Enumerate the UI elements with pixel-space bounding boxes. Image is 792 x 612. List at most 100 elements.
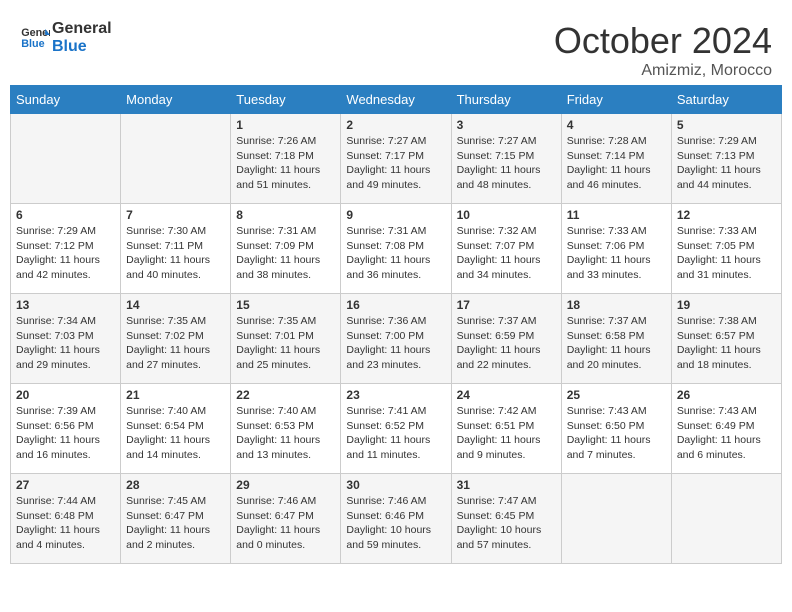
- calendar-cell: [11, 114, 121, 204]
- calendar-cell: 27 Sunrise: 7:44 AMSunset: 6:48 PMDaylig…: [11, 474, 121, 564]
- day-header-wednesday: Wednesday: [341, 86, 451, 114]
- month-title: October 2024: [554, 20, 772, 62]
- page-header: General Blue General Blue October 2024 A…: [10, 10, 782, 85]
- calendar-cell: 23 Sunrise: 7:41 AMSunset: 6:52 PMDaylig…: [341, 384, 451, 474]
- day-info: Sunrise: 7:34 AMSunset: 7:03 PMDaylight:…: [16, 314, 115, 373]
- logo-line2: Blue: [52, 38, 112, 56]
- day-header-tuesday: Tuesday: [231, 86, 341, 114]
- day-number: 17: [457, 298, 556, 312]
- calendar-cell: 31 Sunrise: 7:47 AMSunset: 6:45 PMDaylig…: [451, 474, 561, 564]
- day-number: 9: [346, 208, 445, 222]
- day-info: Sunrise: 7:28 AMSunset: 7:14 PMDaylight:…: [567, 134, 666, 193]
- calendar-cell: 29 Sunrise: 7:46 AMSunset: 6:47 PMDaylig…: [231, 474, 341, 564]
- day-number: 30: [346, 478, 445, 492]
- calendar-cell: 8 Sunrise: 7:31 AMSunset: 7:09 PMDayligh…: [231, 204, 341, 294]
- day-number: 5: [677, 118, 776, 132]
- day-info: Sunrise: 7:37 AMSunset: 6:59 PMDaylight:…: [457, 314, 556, 373]
- calendar-body: 1 Sunrise: 7:26 AMSunset: 7:18 PMDayligh…: [11, 114, 782, 564]
- day-number: 18: [567, 298, 666, 312]
- day-info: Sunrise: 7:46 AMSunset: 6:46 PMDaylight:…: [346, 494, 445, 553]
- calendar-cell: 5 Sunrise: 7:29 AMSunset: 7:13 PMDayligh…: [671, 114, 781, 204]
- calendar-cell: 2 Sunrise: 7:27 AMSunset: 7:17 PMDayligh…: [341, 114, 451, 204]
- calendar-cell: 25 Sunrise: 7:43 AMSunset: 6:50 PMDaylig…: [561, 384, 671, 474]
- calendar-cell: 4 Sunrise: 7:28 AMSunset: 7:14 PMDayligh…: [561, 114, 671, 204]
- day-number: 14: [126, 298, 225, 312]
- day-number: 29: [236, 478, 335, 492]
- calendar-cell: 21 Sunrise: 7:40 AMSunset: 6:54 PMDaylig…: [121, 384, 231, 474]
- calendar-cell: [121, 114, 231, 204]
- calendar-cell: 24 Sunrise: 7:42 AMSunset: 6:51 PMDaylig…: [451, 384, 561, 474]
- calendar-week-2: 6 Sunrise: 7:29 AMSunset: 7:12 PMDayligh…: [11, 204, 782, 294]
- day-info: Sunrise: 7:43 AMSunset: 6:50 PMDaylight:…: [567, 404, 666, 463]
- day-number: 25: [567, 388, 666, 402]
- day-number: 7: [126, 208, 225, 222]
- day-number: 23: [346, 388, 445, 402]
- day-number: 22: [236, 388, 335, 402]
- logo: General Blue General Blue: [20, 20, 112, 56]
- day-info: Sunrise: 7:33 AMSunset: 7:05 PMDaylight:…: [677, 224, 776, 283]
- day-info: Sunrise: 7:43 AMSunset: 6:49 PMDaylight:…: [677, 404, 776, 463]
- calendar-cell: 3 Sunrise: 7:27 AMSunset: 7:15 PMDayligh…: [451, 114, 561, 204]
- day-info: Sunrise: 7:40 AMSunset: 6:53 PMDaylight:…: [236, 404, 335, 463]
- day-number: 11: [567, 208, 666, 222]
- logo-line1: General: [52, 20, 112, 38]
- day-header-sunday: Sunday: [11, 86, 121, 114]
- calendar-cell: 6 Sunrise: 7:29 AMSunset: 7:12 PMDayligh…: [11, 204, 121, 294]
- day-info: Sunrise: 7:45 AMSunset: 6:47 PMDaylight:…: [126, 494, 225, 553]
- calendar-cell: 11 Sunrise: 7:33 AMSunset: 7:06 PMDaylig…: [561, 204, 671, 294]
- day-number: 21: [126, 388, 225, 402]
- day-number: 20: [16, 388, 115, 402]
- day-number: 27: [16, 478, 115, 492]
- day-info: Sunrise: 7:27 AMSunset: 7:15 PMDaylight:…: [457, 134, 556, 193]
- day-info: Sunrise: 7:26 AMSunset: 7:18 PMDaylight:…: [236, 134, 335, 193]
- calendar-cell: 14 Sunrise: 7:35 AMSunset: 7:02 PMDaylig…: [121, 294, 231, 384]
- day-number: 1: [236, 118, 335, 132]
- day-number: 15: [236, 298, 335, 312]
- day-number: 24: [457, 388, 556, 402]
- day-info: Sunrise: 7:30 AMSunset: 7:11 PMDaylight:…: [126, 224, 225, 283]
- day-info: Sunrise: 7:46 AMSunset: 6:47 PMDaylight:…: [236, 494, 335, 553]
- calendar-cell: 18 Sunrise: 7:37 AMSunset: 6:58 PMDaylig…: [561, 294, 671, 384]
- calendar-cell: 19 Sunrise: 7:38 AMSunset: 6:57 PMDaylig…: [671, 294, 781, 384]
- calendar-cell: 26 Sunrise: 7:43 AMSunset: 6:49 PMDaylig…: [671, 384, 781, 474]
- day-info: Sunrise: 7:37 AMSunset: 6:58 PMDaylight:…: [567, 314, 666, 373]
- day-info: Sunrise: 7:36 AMSunset: 7:00 PMDaylight:…: [346, 314, 445, 373]
- calendar-table: SundayMondayTuesdayWednesdayThursdayFrid…: [10, 85, 782, 564]
- calendar-header-row: SundayMondayTuesdayWednesdayThursdayFrid…: [11, 86, 782, 114]
- calendar-cell: 16 Sunrise: 7:36 AMSunset: 7:00 PMDaylig…: [341, 294, 451, 384]
- calendar-cell: 15 Sunrise: 7:35 AMSunset: 7:01 PMDaylig…: [231, 294, 341, 384]
- calendar-cell: 9 Sunrise: 7:31 AMSunset: 7:08 PMDayligh…: [341, 204, 451, 294]
- day-info: Sunrise: 7:47 AMSunset: 6:45 PMDaylight:…: [457, 494, 556, 553]
- day-info: Sunrise: 7:41 AMSunset: 6:52 PMDaylight:…: [346, 404, 445, 463]
- day-info: Sunrise: 7:35 AMSunset: 7:01 PMDaylight:…: [236, 314, 335, 373]
- day-info: Sunrise: 7:31 AMSunset: 7:09 PMDaylight:…: [236, 224, 335, 283]
- day-number: 31: [457, 478, 556, 492]
- calendar-cell: 22 Sunrise: 7:40 AMSunset: 6:53 PMDaylig…: [231, 384, 341, 474]
- day-number: 3: [457, 118, 556, 132]
- day-number: 8: [236, 208, 335, 222]
- location-subtitle: Amizmiz, Morocco: [554, 62, 772, 80]
- day-info: Sunrise: 7:40 AMSunset: 6:54 PMDaylight:…: [126, 404, 225, 463]
- day-number: 12: [677, 208, 776, 222]
- calendar-week-1: 1 Sunrise: 7:26 AMSunset: 7:18 PMDayligh…: [11, 114, 782, 204]
- title-area: October 2024 Amizmiz, Morocco: [554, 20, 772, 80]
- day-info: Sunrise: 7:44 AMSunset: 6:48 PMDaylight:…: [16, 494, 115, 553]
- calendar-cell: 10 Sunrise: 7:32 AMSunset: 7:07 PMDaylig…: [451, 204, 561, 294]
- day-number: 2: [346, 118, 445, 132]
- day-info: Sunrise: 7:38 AMSunset: 6:57 PMDaylight:…: [677, 314, 776, 373]
- day-number: 16: [346, 298, 445, 312]
- calendar-cell: 28 Sunrise: 7:45 AMSunset: 6:47 PMDaylig…: [121, 474, 231, 564]
- day-info: Sunrise: 7:35 AMSunset: 7:02 PMDaylight:…: [126, 314, 225, 373]
- calendar-week-3: 13 Sunrise: 7:34 AMSunset: 7:03 PMDaylig…: [11, 294, 782, 384]
- day-header-thursday: Thursday: [451, 86, 561, 114]
- logo-icon: General Blue: [20, 23, 50, 53]
- calendar-cell: 12 Sunrise: 7:33 AMSunset: 7:05 PMDaylig…: [671, 204, 781, 294]
- day-info: Sunrise: 7:39 AMSunset: 6:56 PMDaylight:…: [16, 404, 115, 463]
- calendar-cell: 17 Sunrise: 7:37 AMSunset: 6:59 PMDaylig…: [451, 294, 561, 384]
- day-number: 26: [677, 388, 776, 402]
- day-info: Sunrise: 7:27 AMSunset: 7:17 PMDaylight:…: [346, 134, 445, 193]
- day-number: 13: [16, 298, 115, 312]
- day-info: Sunrise: 7:31 AMSunset: 7:08 PMDaylight:…: [346, 224, 445, 283]
- calendar-cell: 20 Sunrise: 7:39 AMSunset: 6:56 PMDaylig…: [11, 384, 121, 474]
- calendar-cell: 13 Sunrise: 7:34 AMSunset: 7:03 PMDaylig…: [11, 294, 121, 384]
